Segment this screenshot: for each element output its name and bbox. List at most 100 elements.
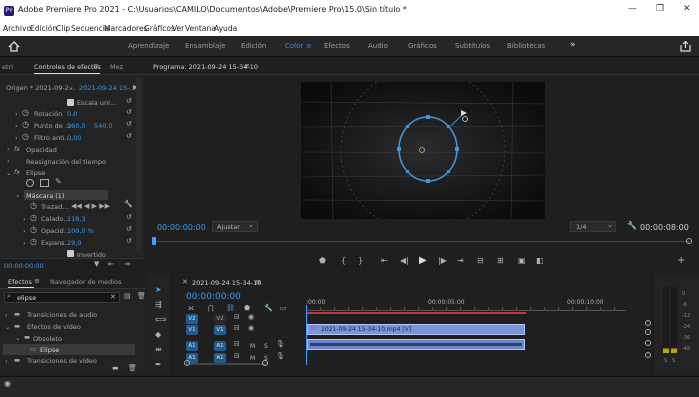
clear-search-icon[interactable]: ✕ xyxy=(110,293,116,301)
eye-icon[interactable]: ◉ xyxy=(248,314,254,321)
twirl-open-icon[interactable]: ⌄ xyxy=(15,334,20,342)
feather-value[interactable]: 118,3 xyxy=(67,215,86,223)
stopwatch-icon[interactable]: ◷ xyxy=(30,214,37,222)
reset-icon[interactable]: ↺ xyxy=(126,238,132,245)
zoom-handle[interactable] xyxy=(686,238,692,244)
stopwatch-icon[interactable]: ◷ xyxy=(22,133,29,141)
sync-lock-icon[interactable]: ⊟ xyxy=(234,325,240,332)
reset-icon[interactable]: ↺ xyxy=(126,98,132,105)
menu-edicion[interactable]: Edición xyxy=(30,24,57,33)
track-scroll-handle[interactable] xyxy=(645,352,651,358)
sync-lock-icon[interactable]: ⊟ xyxy=(234,341,240,348)
twirl-icon[interactable]: › xyxy=(15,110,18,118)
track-scroll-handle[interactable] xyxy=(645,340,651,346)
twirl-icon[interactable]: › xyxy=(23,227,26,235)
export-icon[interactable]: ⇥ xyxy=(124,261,130,268)
track-backward-icon[interactable]: ◀◀ ◀ ▶ ▶▶ xyxy=(71,202,110,210)
panel-menu-icon[interactable]: ≡ xyxy=(93,62,99,70)
program-playhead[interactable] xyxy=(152,237,156,245)
tree-item-video-effects[interactable]: Efectos de vídeo xyxy=(27,323,81,331)
source-dropdown-icon[interactable]: ⌄ xyxy=(68,83,74,91)
twirl-icon[interactable]: › xyxy=(7,145,10,153)
work-area-bar[interactable] xyxy=(306,312,526,314)
tab-mixer[interactable]: Mez xyxy=(110,63,123,71)
panel-menu-icon[interactable]: ≡ xyxy=(244,62,250,70)
anchor-y-value[interactable]: 540,0 xyxy=(94,122,113,130)
sync-lock-icon[interactable]: ⊟ xyxy=(234,314,240,321)
tab-effect-controls[interactable]: Controles de efectos xyxy=(34,63,101,71)
new-custom-bin-icon[interactable]: ▬ xyxy=(112,364,119,372)
ripple-edit-icon[interactable]: ⟺ xyxy=(155,316,166,324)
track-target-a1[interactable]: A1 xyxy=(186,341,198,351)
twirl-open-icon[interactable]: ⌄ xyxy=(5,323,10,331)
close-tab-icon[interactable]: ✕ xyxy=(182,278,188,286)
rectangle-mask-icon[interactable] xyxy=(40,179,49,187)
eye-icon[interactable]: ◉ xyxy=(248,325,254,332)
menu-ver[interactable]: Ver xyxy=(172,24,184,33)
workspace-graficos[interactable]: Gráficos xyxy=(408,42,437,50)
step-forward-icon[interactable]: |▶ xyxy=(438,257,447,265)
track-name-v2[interactable]: V2 xyxy=(214,314,226,324)
mark-in-icon[interactable]: { xyxy=(341,257,346,265)
new-bin-icon[interactable]: ▤ xyxy=(124,292,131,300)
track-scroll-handle[interactable] xyxy=(645,329,651,335)
tree-item-ellipse[interactable]: Elipse xyxy=(40,346,59,354)
workspace-aprendizaje[interactable]: Aprendizaje xyxy=(128,42,169,50)
workspace-bibliotecas[interactable]: Bibliotecas xyxy=(507,42,545,50)
zoom-handle[interactable] xyxy=(262,360,268,366)
program-scrub-bar[interactable] xyxy=(154,241,690,242)
twirl-icon[interactable]: › xyxy=(15,122,18,130)
tab-lumetri[interactable]: etri xyxy=(2,63,13,71)
timeline-settings-icon[interactable]: 🔧 xyxy=(264,305,273,312)
tree-item-selected[interactable] xyxy=(3,344,135,355)
wrench-icon[interactable]: 🔧 xyxy=(124,201,133,208)
lift-icon[interactable]: ⊟ xyxy=(477,257,484,265)
tab-media-browser[interactable]: Navegador de medios xyxy=(50,278,121,286)
workspace-efectos[interactable]: Efectos xyxy=(324,42,350,50)
timeline-timecode[interactable]: 00:00:00:00 xyxy=(186,292,241,302)
twirl-icon[interactable]: › xyxy=(5,311,8,319)
menu-marcadores[interactable]: Marcadores xyxy=(104,24,148,33)
more-workspaces-icon[interactable]: » xyxy=(570,40,576,50)
tree-item-obsolete[interactable]: Obsoleto xyxy=(33,335,62,343)
mask-label[interactable]: Máscara (1) xyxy=(26,192,64,200)
solo-right-button[interactable]: S xyxy=(672,358,675,364)
program-timecode[interactable]: 00:00:00:00 xyxy=(157,223,206,232)
twirl-icon[interactable]: › xyxy=(5,357,8,365)
twirl-icon[interactable]: › xyxy=(15,134,18,142)
go-to-out-icon[interactable]: ⇥ xyxy=(457,257,464,265)
twirl-icon[interactable]: › xyxy=(23,239,26,247)
mute-button[interactable]: M xyxy=(250,343,255,350)
sequence-label[interactable]: 2021-09-24 15-... xyxy=(79,84,136,92)
selection-tool-icon[interactable]: ➤ xyxy=(155,286,162,294)
uniform-scale-checkbox[interactable] xyxy=(67,99,74,106)
extract-icon[interactable]: ⊞ xyxy=(497,257,504,265)
minimize-icon[interactable]: — xyxy=(628,4,637,14)
reset-icon[interactable]: ↺ xyxy=(126,109,132,116)
reset-icon[interactable]: ↺ xyxy=(126,214,132,221)
mark-out-icon[interactable]: } xyxy=(358,257,363,265)
track-select-icon[interactable]: ⇶ xyxy=(155,301,162,309)
play-icon[interactable]: ▶ xyxy=(419,256,427,266)
panel-menu-icon[interactable]: ≡ xyxy=(255,278,261,286)
fx-badge-icon[interactable]: fx xyxy=(14,168,20,176)
timeline-zoom-scrollbar[interactable] xyxy=(186,363,266,365)
status-icon[interactable]: ◉ xyxy=(4,379,11,388)
add-marker-icon[interactable]: ⬟ xyxy=(244,305,250,312)
inverted-checkbox[interactable] xyxy=(67,250,74,257)
stopwatch-icon[interactable]: ◷ xyxy=(30,238,37,246)
effect-controls-timecode[interactable]: 00:00:00:00 xyxy=(4,262,44,270)
workspace-ensamblaje[interactable]: Ensamblaje xyxy=(185,42,226,50)
program-tab[interactable]: Programa: 2021-09-24 15-34-10 xyxy=(153,63,258,71)
ripple-icon[interactable]: ⇤ xyxy=(108,261,114,268)
reset-icon[interactable]: ↺ xyxy=(126,121,132,128)
reset-icon[interactable]: ↺ xyxy=(126,133,132,140)
menu-archivo[interactable]: Archivo xyxy=(3,24,31,33)
menu-graficos[interactable]: Gráficos xyxy=(144,24,175,33)
rotation-value[interactable]: 0,0 xyxy=(67,110,77,118)
close-icon[interactable]: ✕ xyxy=(683,4,691,14)
add-button-icon[interactable]: + xyxy=(677,256,685,266)
marker-icon[interactable]: ⬟ xyxy=(319,257,326,265)
menu-ayuda[interactable]: Ayuda xyxy=(214,24,237,33)
snap-icon[interactable]: ⋂ xyxy=(208,305,214,312)
